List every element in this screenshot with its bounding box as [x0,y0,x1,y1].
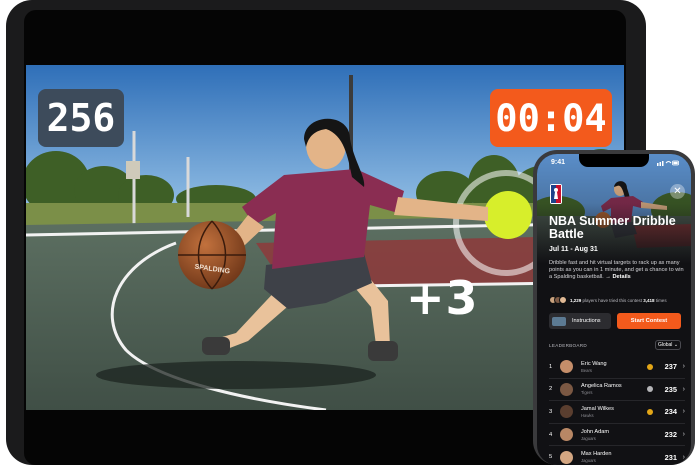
target-dot [484,191,532,239]
leaderboard-player: Jamal Wilkes Hawks [581,406,647,418]
leaderboard-name: Max Harden [581,451,612,458]
marketing-stage: SPALDING 256 00:04 +3 9:41 ✕ NBA Summer … [0,0,700,465]
avatar [560,360,573,374]
chevron-right-icon: › [682,453,685,461]
leaderboard-team: Jaguars [581,435,596,441]
status-time: 9:41 [551,159,566,166]
leaderboard-name: Eric Wang [581,360,607,367]
avatar [560,382,573,396]
leaderboard-name: John Adam [581,428,609,435]
contest-description: Dribble fast and hit virtual targets to … [549,260,685,281]
leaderboard-team: Bears [581,367,592,373]
gold-medal-icon [647,408,653,415]
score-counter: 256 [38,89,124,147]
leaderboard-score: 231 [664,452,677,462]
player-shoe-left [202,337,230,355]
status-icons [657,160,679,166]
instructions-button[interactable]: Instructions [549,313,611,329]
medal-placeholder [647,432,653,438]
player-avatars [549,296,567,304]
player-shadow [96,361,376,389]
leaderboard-player: Angelica Ramos Tigers [581,383,647,395]
leaderboard-rank: 5 [549,454,553,461]
leaderboard-score: 237 [664,362,677,372]
leaderboard-player: Eric Wang Bears [581,361,647,373]
leaderboard-rank: 4 [549,431,553,438]
leaderboard-row[interactable]: 5 Max Harden Jaguars 231 › [549,446,685,465]
leaderboard-rank: 1 [549,363,553,370]
leaderboard-team: Jaguars [581,458,596,464]
phone-notch [579,154,649,167]
players-summary-text: 1,229 players have tried this contest 3,… [570,297,667,303]
sign-post [126,161,140,179]
close-button[interactable]: ✕ [670,184,685,199]
phone-screen: 9:41 ✕ NBA Summer Dribble Battle Jul 11 … [537,154,691,465]
leaderboard-list: 1 Eric Wang Bears 237 › 2 Angelica Ramos [549,356,685,465]
medal-placeholder [647,454,653,460]
leaderboard-row[interactable]: 2 Angelica Ramos Tigers 235 › [549,379,685,402]
leaderboard-name: Angelica Ramos [581,383,622,390]
chevron-right-icon: › [682,363,685,371]
player-shoe-right [368,341,398,361]
contest-dates: Jul 11 - Aug 31 [549,246,598,253]
leaderboard-player: John Adam Jaguars [581,429,647,441]
contest-actions: Instructions Start Contest [549,313,681,329]
phone-device: 9:41 ✕ NBA Summer Dribble Battle Jul 11 … [533,150,695,465]
leaderboard-row[interactable]: 4 John Adam Jaguars 232 › [549,424,685,447]
silver-medal-icon [647,386,653,393]
chevron-right-icon: › [682,385,685,393]
players-summary: 1,229 players have tried this contest 3,… [549,295,689,305]
gold-medal-icon [647,363,653,370]
leaderboard-filter-dropdown[interactable]: Global ⌄ [655,340,681,350]
details-link[interactable]: → Details [605,274,631,280]
avatar [560,428,573,442]
chevron-down-icon: ⌄ [673,342,679,348]
leaderboard-name: Jamal Wilkes [581,405,614,412]
nba-logo-icon [550,184,562,204]
leaderboard-row[interactable]: 1 Eric Wang Bears 237 › [549,356,685,379]
leaderboard-score: 232 [664,430,677,440]
close-icon: ✕ [673,186,682,197]
points-popup: +3 [406,271,479,325]
leaderboard-header: LEADERBOARD Global ⌄ [549,340,681,350]
leaderboard-score: 235 [664,384,677,394]
chevron-right-icon: › [682,431,685,439]
chevron-right-icon: › [682,408,685,416]
leaderboard-rank: 2 [549,386,553,393]
leaderboard-team: Hawks [581,412,594,418]
leaderboard-rank: 3 [549,408,553,415]
avatar [560,405,573,419]
leaderboard-row[interactable]: 3 Jamal Wilkes Hawks 234 › [549,401,685,424]
leaderboard-title: LEADERBOARD [549,342,588,348]
leaderboard-score: 234 [664,407,677,417]
avatar [560,450,573,464]
leaderboard-team: Tigers [581,390,593,396]
start-contest-button[interactable]: Start Contest [617,313,681,329]
instructions-label: Instructions [572,318,601,324]
video-thumbnail-icon [552,316,566,326]
countdown-timer: 00:04 [490,89,612,147]
leaderboard-player: Max Harden Jaguars [581,451,647,463]
leaderboard-filter-label: Global [657,342,673,348]
contest-title: NBA Summer Dribble Battle [549,214,676,241]
